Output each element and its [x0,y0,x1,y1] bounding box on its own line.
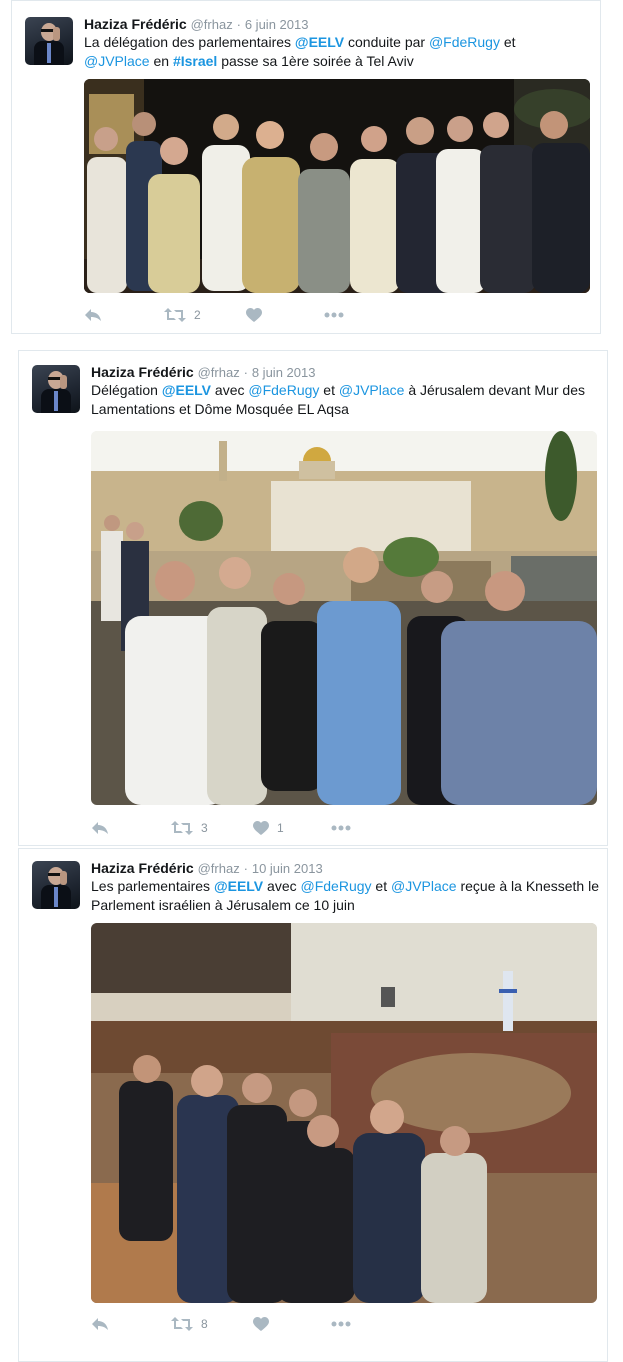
tweet-photo[interactable] [84,79,590,293]
reply-icon [85,309,101,321]
mention-link[interactable]: @JVPlace [339,382,405,398]
author-name[interactable]: Haziza Frédéric [91,860,194,876]
retweet-button[interactable]: 8 [171,1314,208,1334]
more-button[interactable] [331,818,351,838]
tweet-card[interactable]: Haziza Frédéric @frhaz · 8 juin 2013 Dél… [18,350,608,846]
mention-link[interactable]: @JVPlace [84,53,150,69]
reply-icon [92,822,108,834]
like-button[interactable]: 1 [253,818,284,838]
photo-group-evening [84,79,590,293]
tweet-text-segment: et [319,382,339,398]
retweet-icon [164,308,186,322]
tweet-header: Haziza Frédéric @frhaz · 8 juin 2013 [91,364,315,381]
heart-icon [253,1316,269,1331]
tweet-text-segment: La délégation des parlementaires [84,34,295,50]
avatar[interactable] [25,17,73,65]
hashtag-link[interactable]: #Israel [173,53,217,69]
reply-button[interactable] [84,305,102,325]
tweet-card[interactable]: Haziza Frédéric @frhaz · 10 juin 2013 Le… [18,848,608,1362]
heart-icon [253,820,269,835]
retweet-icon [171,821,193,835]
tweet-text-segment: conduite par [344,34,429,50]
tweet-text-segment: avec [263,878,301,894]
retweet-count: 3 [201,821,208,835]
tweet-header: Haziza Frédéric @frhaz · 6 juin 2013 [84,16,308,33]
mention-link[interactable]: @FdeRugy [301,878,372,894]
mention-link[interactable]: @JVPlace [391,878,457,894]
separator: · [243,365,248,380]
author-name[interactable]: Haziza Frédéric [84,16,187,32]
tweet-text: Délégation @EELV avec @FdeRugy et @JVPla… [91,381,601,419]
tweet-card[interactable]: Haziza Frédéric @frhaz · 6 juin 2013 La … [11,0,601,334]
more-icon [331,825,351,831]
author-handle[interactable]: @frhaz [198,861,240,876]
mention-link[interactable]: @FdeRugy [429,34,500,50]
tweet-photo[interactable] [91,923,597,1303]
tweet-text-segment: Délégation [91,382,162,398]
like-button[interactable] [246,305,270,325]
tweet-text-segment: passe sa 1ère soirée à Tel Aviv [217,53,414,69]
mention-link[interactable]: @EELV [295,34,344,50]
tweet-actions: 8 [91,1314,391,1334]
avatar[interactable] [32,365,80,413]
photo-group-knesset [91,923,597,1303]
mention-link[interactable]: @EELV [162,382,211,398]
separator: · [243,861,248,876]
tweet-date[interactable]: 10 juin 2013 [252,861,323,876]
retweet-button[interactable]: 3 [171,818,208,838]
reply-button[interactable] [91,818,109,838]
more-button[interactable] [331,1314,351,1334]
more-icon [324,312,344,318]
reply-icon [92,1318,108,1330]
mention-link[interactable]: @EELV [214,878,263,894]
separator: · [236,17,241,32]
more-icon [331,1321,351,1327]
photo-group-jerusalem [91,431,597,805]
author-name[interactable]: Haziza Frédéric [91,364,194,380]
tweet-photo[interactable] [91,431,597,805]
like-button[interactable] [253,1314,277,1334]
retweet-count: 2 [194,308,201,322]
reply-button[interactable] [91,1314,109,1334]
retweet-button[interactable]: 2 [164,305,201,325]
retweet-icon [171,1317,193,1331]
author-handle[interactable]: @frhaz [198,365,240,380]
tweet-text: La délégation des parlementaires @EELV c… [84,33,544,71]
tweet-text-segment: Les parlementaires [91,878,214,894]
tweet-date[interactable]: 6 juin 2013 [245,17,309,32]
tweet-date[interactable]: 8 juin 2013 [252,365,316,380]
tweet-text-segment: et [371,878,391,894]
avatar[interactable] [32,861,80,909]
mention-link[interactable]: @FdeRugy [248,382,319,398]
author-handle[interactable]: @frhaz [191,17,233,32]
tweet-text-segment: en [149,53,173,69]
tweet-text: Les parlementaires @EELV avec @FdeRugy e… [91,877,601,915]
like-count: 1 [277,821,284,835]
more-button[interactable] [324,305,344,325]
tweet-text-segment: et [499,34,516,50]
retweet-count: 8 [201,1317,208,1331]
tweet-actions: 3 1 [91,818,391,838]
tweet-actions: 2 [84,305,384,325]
tweet-text-segment: avec [211,382,249,398]
heart-icon [246,307,262,322]
tweet-header: Haziza Frédéric @frhaz · 10 juin 2013 [91,860,323,877]
